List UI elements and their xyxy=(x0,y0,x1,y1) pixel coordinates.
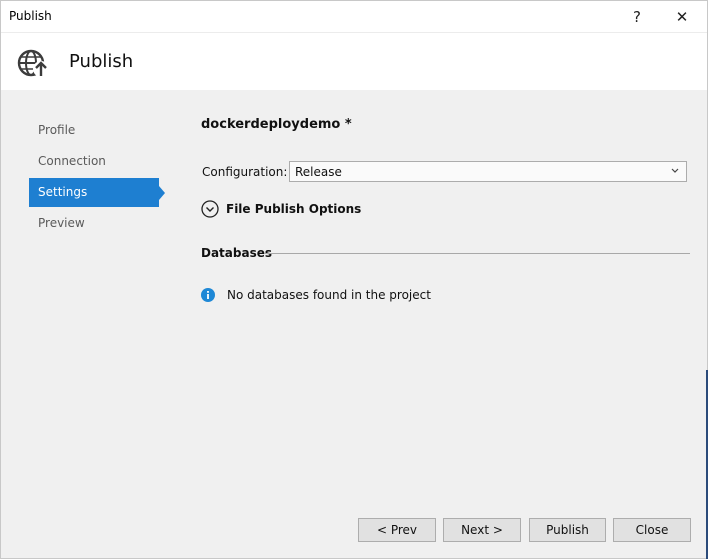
file-publish-options-label: File Publish Options xyxy=(226,202,362,216)
expand-chevron-circle-icon xyxy=(201,200,219,218)
databases-divider xyxy=(264,253,690,254)
dialog-header: Publish xyxy=(1,32,707,90)
close-window-button[interactable]: ✕ xyxy=(660,1,704,32)
next-button[interactable]: Next > xyxy=(443,518,521,542)
nav-item-settings[interactable]: Settings xyxy=(29,178,165,207)
help-button[interactable]: ? xyxy=(615,1,659,32)
window-title: Publish xyxy=(9,9,52,23)
configuration-label: Configuration: xyxy=(202,165,288,179)
nav-item-profile[interactable]: Profile xyxy=(29,116,159,145)
nav-item-connection[interactable]: Connection xyxy=(29,147,159,176)
databases-header: Databases xyxy=(201,246,273,260)
close-button[interactable]: Close xyxy=(613,518,691,542)
header-title: Publish xyxy=(69,51,134,72)
no-databases-message: No databases found in the project xyxy=(227,288,431,302)
configuration-value: Release xyxy=(295,165,342,179)
file-publish-options-expander[interactable]: File Publish Options xyxy=(201,199,361,219)
configuration-select[interactable]: Release xyxy=(289,161,687,182)
chevron-down-icon xyxy=(671,168,679,173)
profile-name: dockerdeploydemo * xyxy=(201,117,352,132)
title-bar: Publish ? ✕ xyxy=(1,1,707,32)
publish-button[interactable]: Publish xyxy=(529,518,606,542)
globe-publish-icon xyxy=(17,49,49,77)
databases-info: No databases found in the project xyxy=(201,288,431,302)
publish-dialog: Publish ? ✕ Publish Profile Connection S… xyxy=(0,0,708,559)
nav-item-preview[interactable]: Preview xyxy=(29,209,159,238)
prev-button[interactable]: < Prev xyxy=(358,518,436,542)
wizard-nav: Profile Connection Settings Preview xyxy=(29,116,169,240)
info-icon xyxy=(201,288,215,302)
